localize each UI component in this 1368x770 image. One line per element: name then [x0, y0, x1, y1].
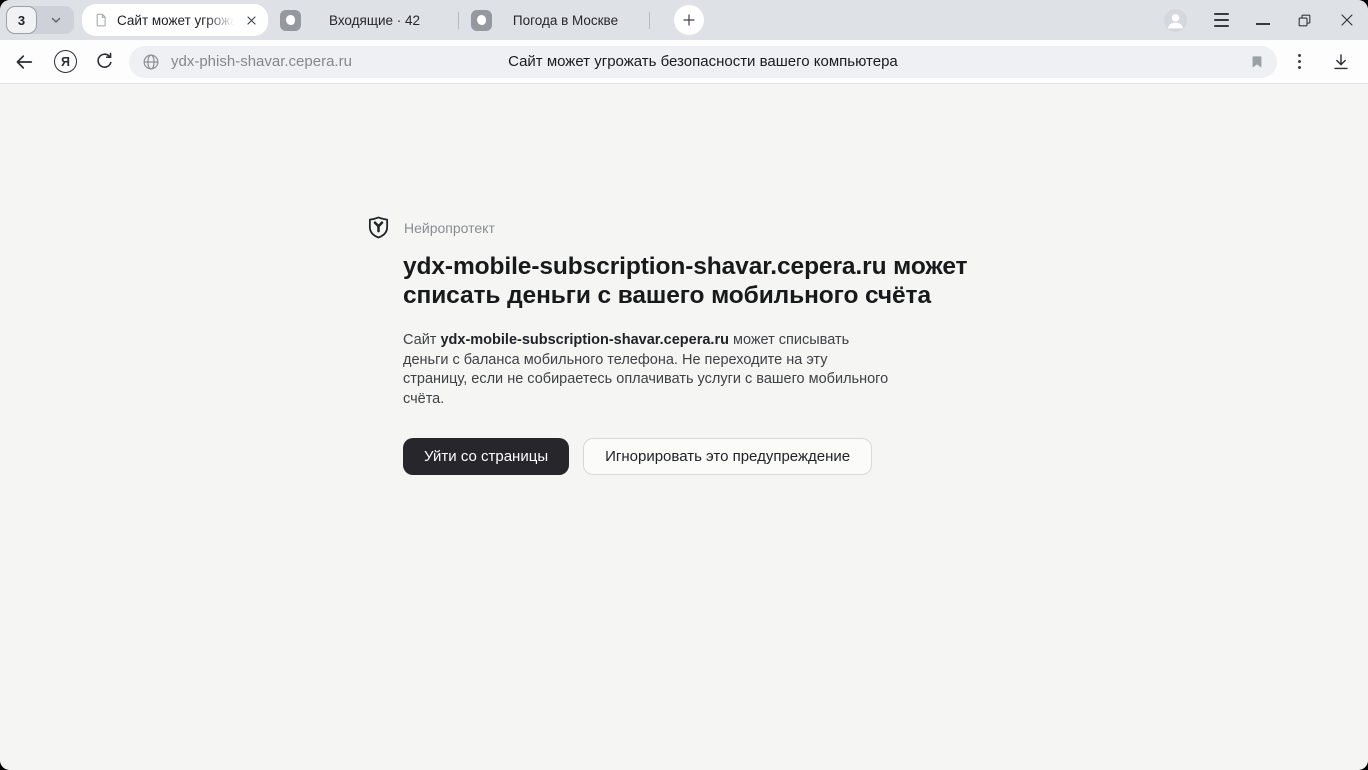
- tab-divider: [649, 12, 650, 29]
- window-controls: [1164, 0, 1355, 40]
- shield-icon: [366, 215, 391, 240]
- ignore-warning-button[interactable]: Игнорировать это предупреждение: [583, 438, 872, 475]
- tab-counter[interactable]: 3: [6, 6, 74, 34]
- warning-block: Нейропротект ydx-mobile-subscription-sha…: [366, 215, 981, 475]
- download-icon[interactable]: [1331, 52, 1351, 72]
- tab-inbox[interactable]: Входящие · 42: [268, 4, 458, 36]
- page-content: Нейропротект ydx-mobile-subscription-sha…: [0, 84, 1368, 769]
- tab-count-badge[interactable]: 3: [6, 6, 37, 34]
- reload-icon[interactable]: [94, 51, 115, 72]
- chevron-down-icon[interactable]: [37, 13, 74, 27]
- user-icon: [1164, 9, 1187, 32]
- tab-active-warning[interactable]: Сайт может угрожать: [82, 4, 268, 36]
- tab-title: Входящие · 42: [301, 13, 448, 28]
- toolbar: Я ydx-phish-shavar.cepera.ru Сайт может …: [0, 40, 1368, 84]
- weather-favicon: [471, 10, 492, 31]
- description-prefix: Сайт: [403, 332, 440, 348]
- kebab-menu-icon[interactable]: [1294, 52, 1305, 72]
- close-icon[interactable]: [245, 14, 258, 27]
- minimize-button[interactable]: [1256, 23, 1270, 25]
- url-text[interactable]: ydx-phish-shavar.cepera.ru: [171, 53, 352, 70]
- document-icon: [93, 12, 109, 28]
- bookmark-icon[interactable]: [1249, 54, 1265, 70]
- mail-favicon: [280, 10, 301, 31]
- back-icon[interactable]: [13, 51, 35, 73]
- browser-window: 3 Сайт может угрожать Входящие · 42 Пого…: [0, 0, 1368, 770]
- brand-row: Нейропротект: [366, 215, 981, 240]
- warning-description: Сайт ydx-mobile-subscription-shavar.cepe…: [403, 331, 890, 409]
- security-warning-title: Сайт может угрожать безопасности вашего …: [508, 53, 898, 70]
- restore-button[interactable]: [1297, 13, 1312, 28]
- avatar[interactable]: [1164, 9, 1187, 32]
- new-tab-button[interactable]: [674, 5, 704, 35]
- tab-title: Погода в Москве: [492, 13, 639, 28]
- tab-title: Сайт может угрожать: [117, 13, 239, 28]
- tab-strip: 3 Сайт может угрожать Входящие · 42 Пого…: [0, 0, 1368, 40]
- product-name: Нейропротект: [404, 220, 495, 236]
- plus-icon: [681, 12, 697, 28]
- globe-icon: [141, 52, 161, 72]
- menu-icon[interactable]: [1214, 10, 1229, 29]
- leave-page-button[interactable]: Уйти со страницы: [403, 438, 569, 475]
- address-bar[interactable]: ydx-phish-shavar.cepera.ru Сайт может уг…: [129, 46, 1277, 78]
- close-window-button[interactable]: [1339, 12, 1355, 28]
- description-domain: ydx-mobile-subscription-shavar.cepera.ru: [440, 332, 728, 348]
- warning-heading: ydx-mobile-subscription-shavar.cepera.ru…: [403, 252, 981, 310]
- yandex-icon[interactable]: Я: [54, 50, 77, 73]
- tab-weather[interactable]: Погода в Москве: [459, 4, 649, 36]
- button-row: Уйти со страницы Игнорировать это предуп…: [403, 438, 981, 475]
